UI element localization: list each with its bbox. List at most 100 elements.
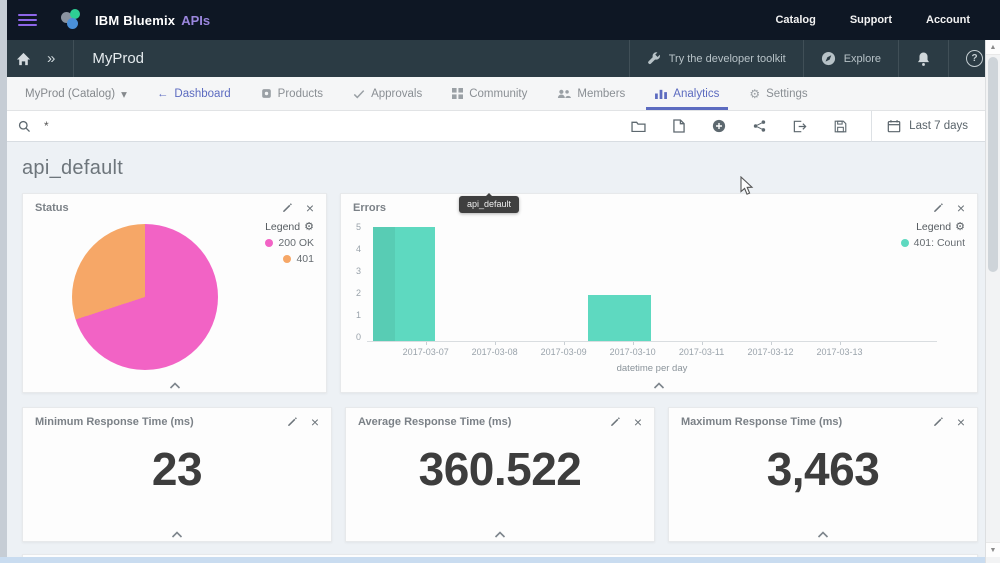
page-scrollbar[interactable]: ▲ ▼ (985, 40, 1000, 563)
grid-icon (452, 88, 464, 99)
legend-settings[interactable]: Legend ⚙ (901, 220, 965, 234)
question-icon: ? (966, 50, 983, 67)
collapse-panel-chevron[interactable] (494, 531, 506, 538)
tab-community[interactable]: Community (437, 77, 542, 110)
close-panel-icon[interactable]: × (311, 415, 319, 429)
breadcrumb-chevrons[interactable]: » (47, 50, 55, 67)
legend-item-200ok[interactable]: 200 OK (265, 237, 314, 249)
add-button[interactable] (712, 119, 726, 133)
time-range-button[interactable]: Last 7 days (871, 110, 985, 142)
open-folder-button[interactable] (631, 120, 646, 132)
close-panel-icon[interactable]: × (306, 201, 314, 215)
metric-title: Maximum Response Time (ms) (681, 416, 843, 428)
save-button[interactable] (834, 120, 847, 133)
dashboard-actions (631, 119, 871, 133)
status-pie[interactable] (72, 224, 218, 370)
edit-panel-icon[interactable] (933, 202, 944, 213)
top-links: Catalog Support Account (775, 14, 1000, 26)
edit-panel-icon[interactable] (933, 416, 944, 427)
error-bar-2017-03-07[interactable] (372, 227, 436, 341)
new-document-button[interactable] (673, 119, 685, 133)
calendar-icon (887, 120, 901, 133)
developer-toolkit-button[interactable]: Try the developer toolkit (628, 40, 803, 77)
close-panel-icon[interactable]: × (957, 201, 965, 215)
metric-value: 360.522 (418, 443, 582, 495)
tab-products[interactable]: Products (246, 77, 338, 110)
edit-panel-icon[interactable] (287, 416, 298, 427)
status-panel-title: Status (35, 202, 69, 214)
legend-item-401[interactable]: 401 (265, 253, 314, 265)
dashboard-content: api_default Status × Legend ⚙ 200 OK 401… (0, 142, 1000, 563)
metric-value: 23 (151, 443, 203, 495)
analytics-toolbar: * Last 7 days (0, 110, 1000, 142)
x-tick: 2017-03-08 (471, 347, 518, 357)
errors-plot-area: 2017-03-07 2017-03-08 2017-03-09 2017-03… (367, 227, 937, 374)
scroll-up-button[interactable]: ▲ (986, 40, 1000, 55)
active-tab-indicator (646, 107, 729, 110)
search-icon (18, 120, 31, 133)
close-panel-icon[interactable]: × (634, 415, 642, 429)
support-link[interactable]: Support (850, 14, 892, 26)
gear-icon: ⚙ (304, 221, 314, 233)
tab-dashboard[interactable]: ← Dashboard (142, 77, 246, 110)
check-icon (353, 89, 365, 99)
legend-settings[interactable]: Legend ⚙ (265, 220, 314, 234)
x-tick: 2017-03-10 (609, 347, 656, 357)
x-tick: 2017-03-09 (540, 347, 587, 357)
x-tick: 2017-03-07 (402, 347, 449, 357)
collapse-panel-chevron[interactable] (171, 531, 183, 538)
chart-tooltip: api_default (459, 196, 520, 213)
x-tick: 2017-03-11 (678, 347, 725, 357)
catalog-selector-dropdown[interactable]: MyProd (Catalog) ▾ (10, 77, 142, 110)
top-app-bar: IBM Bluemix APIs Catalog Support Account (0, 0, 1000, 40)
tab-members[interactable]: Members (542, 77, 640, 110)
window-left-edge (0, 0, 7, 563)
edit-panel-icon[interactable] (610, 416, 621, 427)
bar-chart-icon (655, 88, 668, 99)
notifications-button[interactable] (898, 40, 948, 77)
share-button[interactable] (753, 119, 766, 133)
catalog-link[interactable]: Catalog (775, 14, 815, 26)
brand-suffix: APIs (181, 12, 211, 28)
tab-bar: MyProd (Catalog) ▾ ← Dashboard Products … (0, 77, 1000, 111)
metric-title: Minimum Response Time (ms) (35, 416, 194, 428)
arrow-left-icon: ← (156, 87, 169, 100)
x-tick: 2017-03-12 (747, 347, 794, 357)
search-input[interactable]: * (44, 119, 49, 133)
export-button[interactable] (793, 120, 807, 133)
errors-panel: Errors × api_default 543210 2017-03-07 2… (340, 193, 978, 393)
compass-icon (821, 51, 835, 66)
members-icon (557, 89, 572, 99)
window-bottom-edge (0, 557, 1000, 563)
legend-item-401-count[interactable]: 401: Count (900, 237, 965, 249)
product-icon (261, 88, 272, 99)
wrench-icon (647, 51, 660, 64)
legend-swatch (900, 239, 909, 247)
errors-legend: Legend ⚙ 401: Count (900, 220, 965, 249)
min-response-panel: Minimum Response Time (ms) × 23 (22, 407, 332, 542)
explore-button[interactable]: Explore (802, 40, 898, 77)
account-link[interactable]: Account (926, 14, 970, 26)
close-panel-icon[interactable]: × (957, 415, 965, 429)
hamburger-menu-icon[interactable] (18, 14, 37, 26)
legend-swatch (283, 255, 292, 263)
scrollbar-thumb[interactable] (988, 57, 998, 272)
edit-panel-icon[interactable] (282, 202, 293, 213)
tab-settings[interactable]: ⚙ Settings (734, 77, 822, 110)
status-legend: Legend ⚙ 200 OK 401 (265, 220, 314, 266)
bar-shade (372, 227, 396, 341)
collapse-panel-chevron[interactable] (653, 382, 665, 389)
page-title: api_default (22, 157, 124, 179)
caret-down-icon: ▾ (121, 88, 127, 101)
scroll-down-button[interactable]: ▼ (986, 542, 1000, 557)
tab-analytics[interactable]: Analytics (640, 77, 734, 110)
collapse-panel-chevron[interactable] (169, 382, 181, 389)
x-axis-label: datetime per day (616, 363, 688, 374)
brand-title: IBM Bluemix (95, 12, 176, 28)
error-bar-2017-03-10[interactable] (588, 295, 651, 341)
collapse-panel-chevron[interactable] (817, 531, 829, 538)
max-response-panel: Maximum Response Time (ms) × 3,463 (668, 407, 978, 542)
status-panel: Status × Legend ⚙ 200 OK 401 (22, 193, 327, 393)
gear-icon: ⚙ (749, 86, 761, 101)
tab-approvals[interactable]: Approvals (338, 77, 437, 110)
